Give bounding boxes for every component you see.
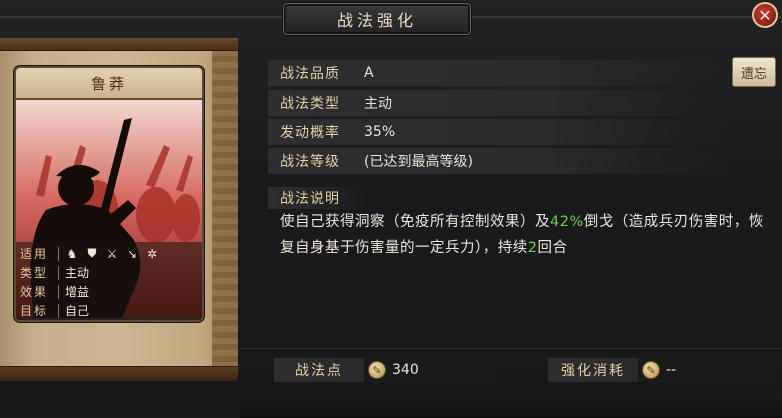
spear-icon: ↘ [126, 246, 138, 261]
scroll-rod-top [0, 38, 238, 51]
desc-part-3: 回合 [537, 240, 568, 256]
skill-type-value: 主动 [364, 96, 392, 112]
card-row-applicable: 适用 ♞ ⛊ ⚔ ↘ ✲ [20, 244, 198, 263]
effect-label: 效果 [20, 285, 49, 299]
bow-icon: ⚔ [106, 246, 118, 261]
skill-upgrade-window: 战法强化 ✕ 鲁莽 适用 ♞ ⛊ ⚔ ↘ ✲ 类型 主动 效果 增益 目标 自己… [0, 0, 782, 418]
feather-coin-icon: ✎ [642, 361, 660, 379]
forget-button[interactable]: 遗忘 [732, 57, 776, 87]
desc-highlight-rate: 42% [550, 214, 584, 230]
target-value: 自己 [65, 304, 90, 318]
row-separator [58, 246, 59, 261]
row-separator [58, 265, 59, 280]
skill-card-info: 适用 ♞ ⛊ ⚔ ↘ ✲ 类型 主动 效果 增益 目标 自己 [20, 244, 198, 320]
close-button[interactable]: ✕ [752, 2, 778, 28]
desc-part-1: 使自己获得洞察（免疫所有控制效果）及 [280, 214, 550, 230]
upgrade-cost-label: 强化消耗 [548, 358, 638, 382]
chance-value: 35% [364, 124, 396, 140]
quality-value: A [364, 65, 374, 81]
skill-card: 鲁莽 适用 ♞ ⛊ ⚔ ↘ ✲ 类型 主动 效果 增益 目标 自己 [14, 66, 204, 322]
attr-row-quality: 战法品质 A [268, 60, 732, 86]
skill-points-value: 340 [392, 362, 419, 378]
row-separator [58, 303, 59, 318]
upgrade-cost-value: -- [666, 362, 677, 378]
cavalry-icon: ♞ [66, 246, 78, 261]
attr-row-level: 战法等级 (已达到最高等级) [268, 148, 732, 174]
feather-coin-icon: ✎ [368, 361, 386, 379]
applicable-label: 适用 [20, 247, 49, 261]
effect-value: 增益 [65, 285, 90, 299]
quality-label: 战法品质 [280, 66, 340, 82]
target-label: 目标 [20, 304, 49, 318]
card-row-type: 类型 主动 [20, 263, 198, 282]
scroll-edge [212, 50, 238, 366]
attr-row-type: 战法类型 主动 [268, 90, 732, 116]
card-row-effect: 效果 增益 [20, 282, 198, 301]
attr-row-chance: 发动概率 35% [268, 119, 732, 145]
wheel-icon: ✲ [146, 246, 158, 261]
skill-points-box: ✎ 340 [364, 358, 494, 382]
skill-points-label: 战法点 [274, 358, 364, 382]
shield-icon: ⛊ [87, 246, 97, 260]
type-value: 主动 [65, 266, 90, 280]
row-separator [58, 284, 59, 299]
scroll-rod-bottom [0, 366, 238, 381]
upgrade-cost-box: ✎ -- [638, 358, 776, 382]
card-row-target: 目标 自己 [20, 301, 198, 320]
unit-type-icons: ♞ ⛊ ⚔ ↘ ✲ [65, 246, 159, 261]
window-title: 战法强化 [283, 3, 471, 35]
level-value: (已达到最高等级) [364, 154, 473, 170]
footer-divider [240, 348, 782, 349]
chance-label: 发动概率 [280, 125, 340, 141]
description-text: 使自己获得洞察（免疫所有控制效果）及42%倒戈（造成兵刃伤害时，恢复自身基于伤害… [280, 209, 768, 261]
skill-type-label: 战法类型 [280, 96, 340, 112]
bottom-strip [240, 392, 782, 418]
type-label: 类型 [20, 266, 49, 280]
description-label: 战法说明 [268, 187, 368, 209]
level-label: 战法等级 [280, 154, 340, 170]
skill-name: 鲁莽 [16, 68, 202, 100]
